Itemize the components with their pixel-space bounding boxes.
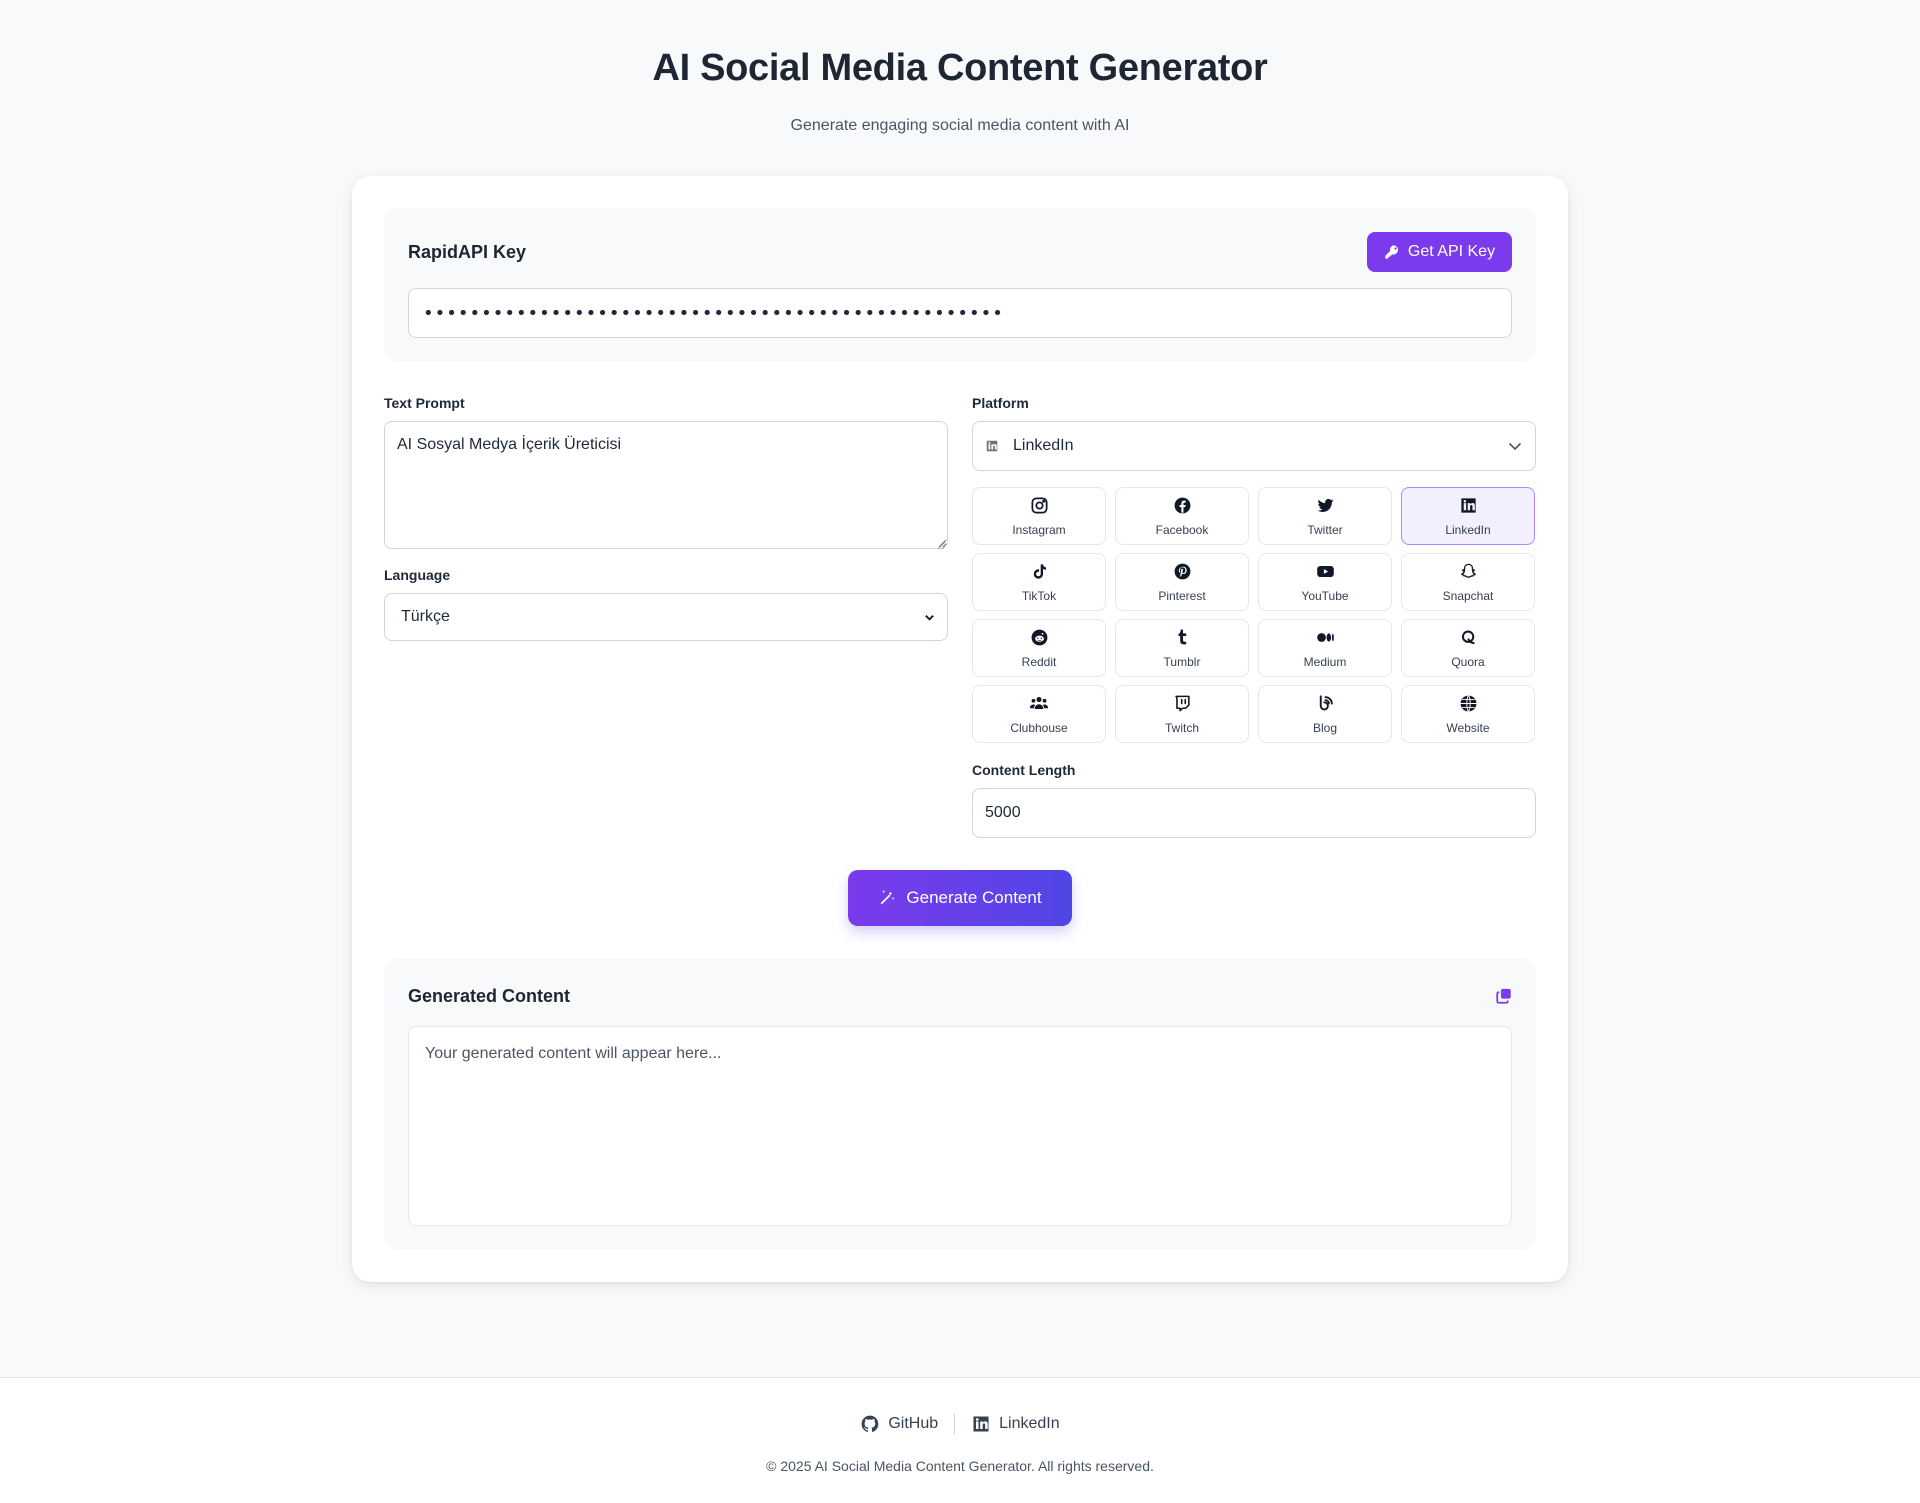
platform-button-tumblr[interactable]: Tumblr bbox=[1115, 619, 1249, 677]
platform-label-pinterest: Pinterest bbox=[1158, 588, 1206, 603]
footer: GitHub LinkedIn © 2025 AI Social Media C… bbox=[0, 1377, 1920, 1503]
page: AI Social Media Content Generator Genera… bbox=[0, 0, 1920, 1503]
header: AI Social Media Content Generator Genera… bbox=[0, 0, 1920, 136]
linkedin-link[interactable]: LinkedIn bbox=[955, 1414, 1076, 1434]
platform-label-tumblr: Tumblr bbox=[1163, 654, 1201, 669]
api-key-title: RapidAPI Key bbox=[408, 242, 527, 262]
snapchat-icon bbox=[1459, 562, 1478, 586]
platform-button-twitch[interactable]: Twitch bbox=[1115, 685, 1249, 743]
chevron-down-icon bbox=[924, 612, 935, 623]
linkedin-icon bbox=[971, 1414, 991, 1434]
quora-icon bbox=[1459, 628, 1478, 652]
platform-button-blog[interactable]: Blog bbox=[1258, 685, 1392, 743]
platform-button-youtube[interactable]: YouTube bbox=[1258, 553, 1392, 611]
tiktok-icon bbox=[1030, 562, 1049, 586]
youtube-icon bbox=[1316, 562, 1335, 586]
globe-icon bbox=[1459, 694, 1478, 718]
platform-label-facebook: Facebook bbox=[1155, 522, 1209, 537]
platform-button-twitter[interactable]: Twitter bbox=[1258, 487, 1392, 545]
api-key-input[interactable] bbox=[408, 288, 1512, 338]
platform-label-tiktok: TikTok bbox=[1021, 588, 1057, 603]
platform-label-website: Website bbox=[1446, 720, 1490, 735]
platform-button-quora[interactable]: Quora bbox=[1401, 619, 1535, 677]
pinterest-icon bbox=[1173, 562, 1192, 586]
platform-button-medium[interactable]: Medium bbox=[1258, 619, 1392, 677]
medium-icon bbox=[1316, 628, 1335, 652]
generator-card: RapidAPI Key Get API Key Text Prompt AI … bbox=[352, 176, 1568, 1282]
tumblr-icon bbox=[1173, 628, 1192, 652]
copy-button[interactable] bbox=[1492, 984, 1516, 1008]
platform-label-twitch: Twitch bbox=[1164, 720, 1199, 735]
platform-label-instagram: Instagram bbox=[1012, 522, 1066, 537]
platform-label-snapchat: Snapchat bbox=[1442, 588, 1494, 603]
platform-button-instagram[interactable]: Instagram bbox=[972, 487, 1106, 545]
platform-select[interactable]: LinkedIn bbox=[972, 421, 1536, 471]
platform-grid: Instagram Facebook Twitter LinkedIn TikT… bbox=[972, 487, 1536, 743]
platform-label-linkedin: LinkedIn bbox=[1445, 522, 1491, 537]
page-title: AI Social Media Content Generator bbox=[652, 47, 1268, 89]
language-label: Language bbox=[384, 567, 451, 583]
copy-icon bbox=[1495, 987, 1513, 1005]
linkedin-link-label: LinkedIn bbox=[999, 1415, 1060, 1432]
key-icon bbox=[1384, 244, 1400, 260]
platform-button-pinterest[interactable]: Pinterest bbox=[1115, 553, 1249, 611]
generated-content-title: Generated Content bbox=[408, 986, 571, 1006]
platform-button-linkedin[interactable]: LinkedIn bbox=[1401, 487, 1535, 545]
platform-label-youtube: YouTube bbox=[1301, 588, 1349, 603]
text-prompt-input[interactable]: AI Sosyal Medya İçerik Üreticisi bbox=[384, 421, 948, 549]
github-icon bbox=[860, 1414, 880, 1434]
chevron-down-icon bbox=[1507, 438, 1523, 454]
facebook-icon bbox=[1173, 496, 1192, 520]
magic-wand-icon bbox=[878, 889, 896, 907]
platform-button-clubhouse[interactable]: Clubhouse bbox=[972, 685, 1106, 743]
platform-button-snapchat[interactable]: Snapchat bbox=[1401, 553, 1535, 611]
platform-selected: LinkedIn bbox=[1013, 437, 1074, 454]
content-length-label: Content Length bbox=[972, 762, 1076, 778]
linkedin-icon bbox=[1459, 496, 1478, 520]
linkedin-icon bbox=[985, 439, 999, 453]
text-prompt-label: Text Prompt bbox=[384, 395, 465, 411]
platform-label-twitter: Twitter bbox=[1307, 522, 1343, 537]
github-link-label: GitHub bbox=[888, 1415, 939, 1432]
blog-icon bbox=[1316, 694, 1335, 718]
platform-label-reddit: Reddit bbox=[1021, 654, 1057, 669]
github-link[interactable]: GitHub bbox=[844, 1414, 954, 1434]
api-key-section: RapidAPI Key Get API Key bbox=[384, 208, 1536, 362]
platform-label-clubhouse: Clubhouse bbox=[1010, 720, 1068, 735]
platform-label-medium: Medium bbox=[1303, 654, 1347, 669]
platform-label-blog: Blog bbox=[1312, 720, 1338, 735]
footer-links: GitHub LinkedIn bbox=[0, 1414, 1920, 1434]
resize-handle-icon[interactable] bbox=[936, 537, 946, 550]
instagram-icon bbox=[1030, 496, 1049, 520]
platform-button-website[interactable]: Website bbox=[1401, 685, 1535, 743]
page-subtitle: Generate engaging social media content w… bbox=[790, 117, 1130, 134]
platform-label: Platform bbox=[972, 395, 1029, 411]
platform-button-reddit[interactable]: Reddit bbox=[972, 619, 1106, 677]
platform-button-tiktok[interactable]: TikTok bbox=[972, 553, 1106, 611]
generated-content-output[interactable]: Your generated content will appear here.… bbox=[408, 1026, 1512, 1226]
content-length-input[interactable] bbox=[972, 788, 1536, 838]
generate-content-label: Generate Content bbox=[906, 888, 1042, 907]
get-api-key-button[interactable]: Get API Key bbox=[1367, 232, 1512, 272]
users-icon bbox=[1027, 694, 1051, 718]
twitch-icon bbox=[1173, 694, 1192, 718]
language-selected: Türkçe bbox=[401, 608, 450, 625]
generated-content-section: Generated Content Your generated content… bbox=[384, 958, 1536, 1250]
get-api-key-label: Get API Key bbox=[1407, 243, 1496, 260]
platform-label-quora: Quora bbox=[1451, 654, 1485, 669]
twitter-icon bbox=[1316, 496, 1335, 520]
generate-content-button[interactable]: Generate Content bbox=[848, 870, 1072, 926]
platform-button-facebook[interactable]: Facebook bbox=[1115, 487, 1249, 545]
reddit-icon bbox=[1030, 628, 1049, 652]
copyright-text: © 2025 AI Social Media Content Generator… bbox=[766, 1458, 1154, 1474]
language-select[interactable]: Türkçe bbox=[384, 593, 948, 641]
